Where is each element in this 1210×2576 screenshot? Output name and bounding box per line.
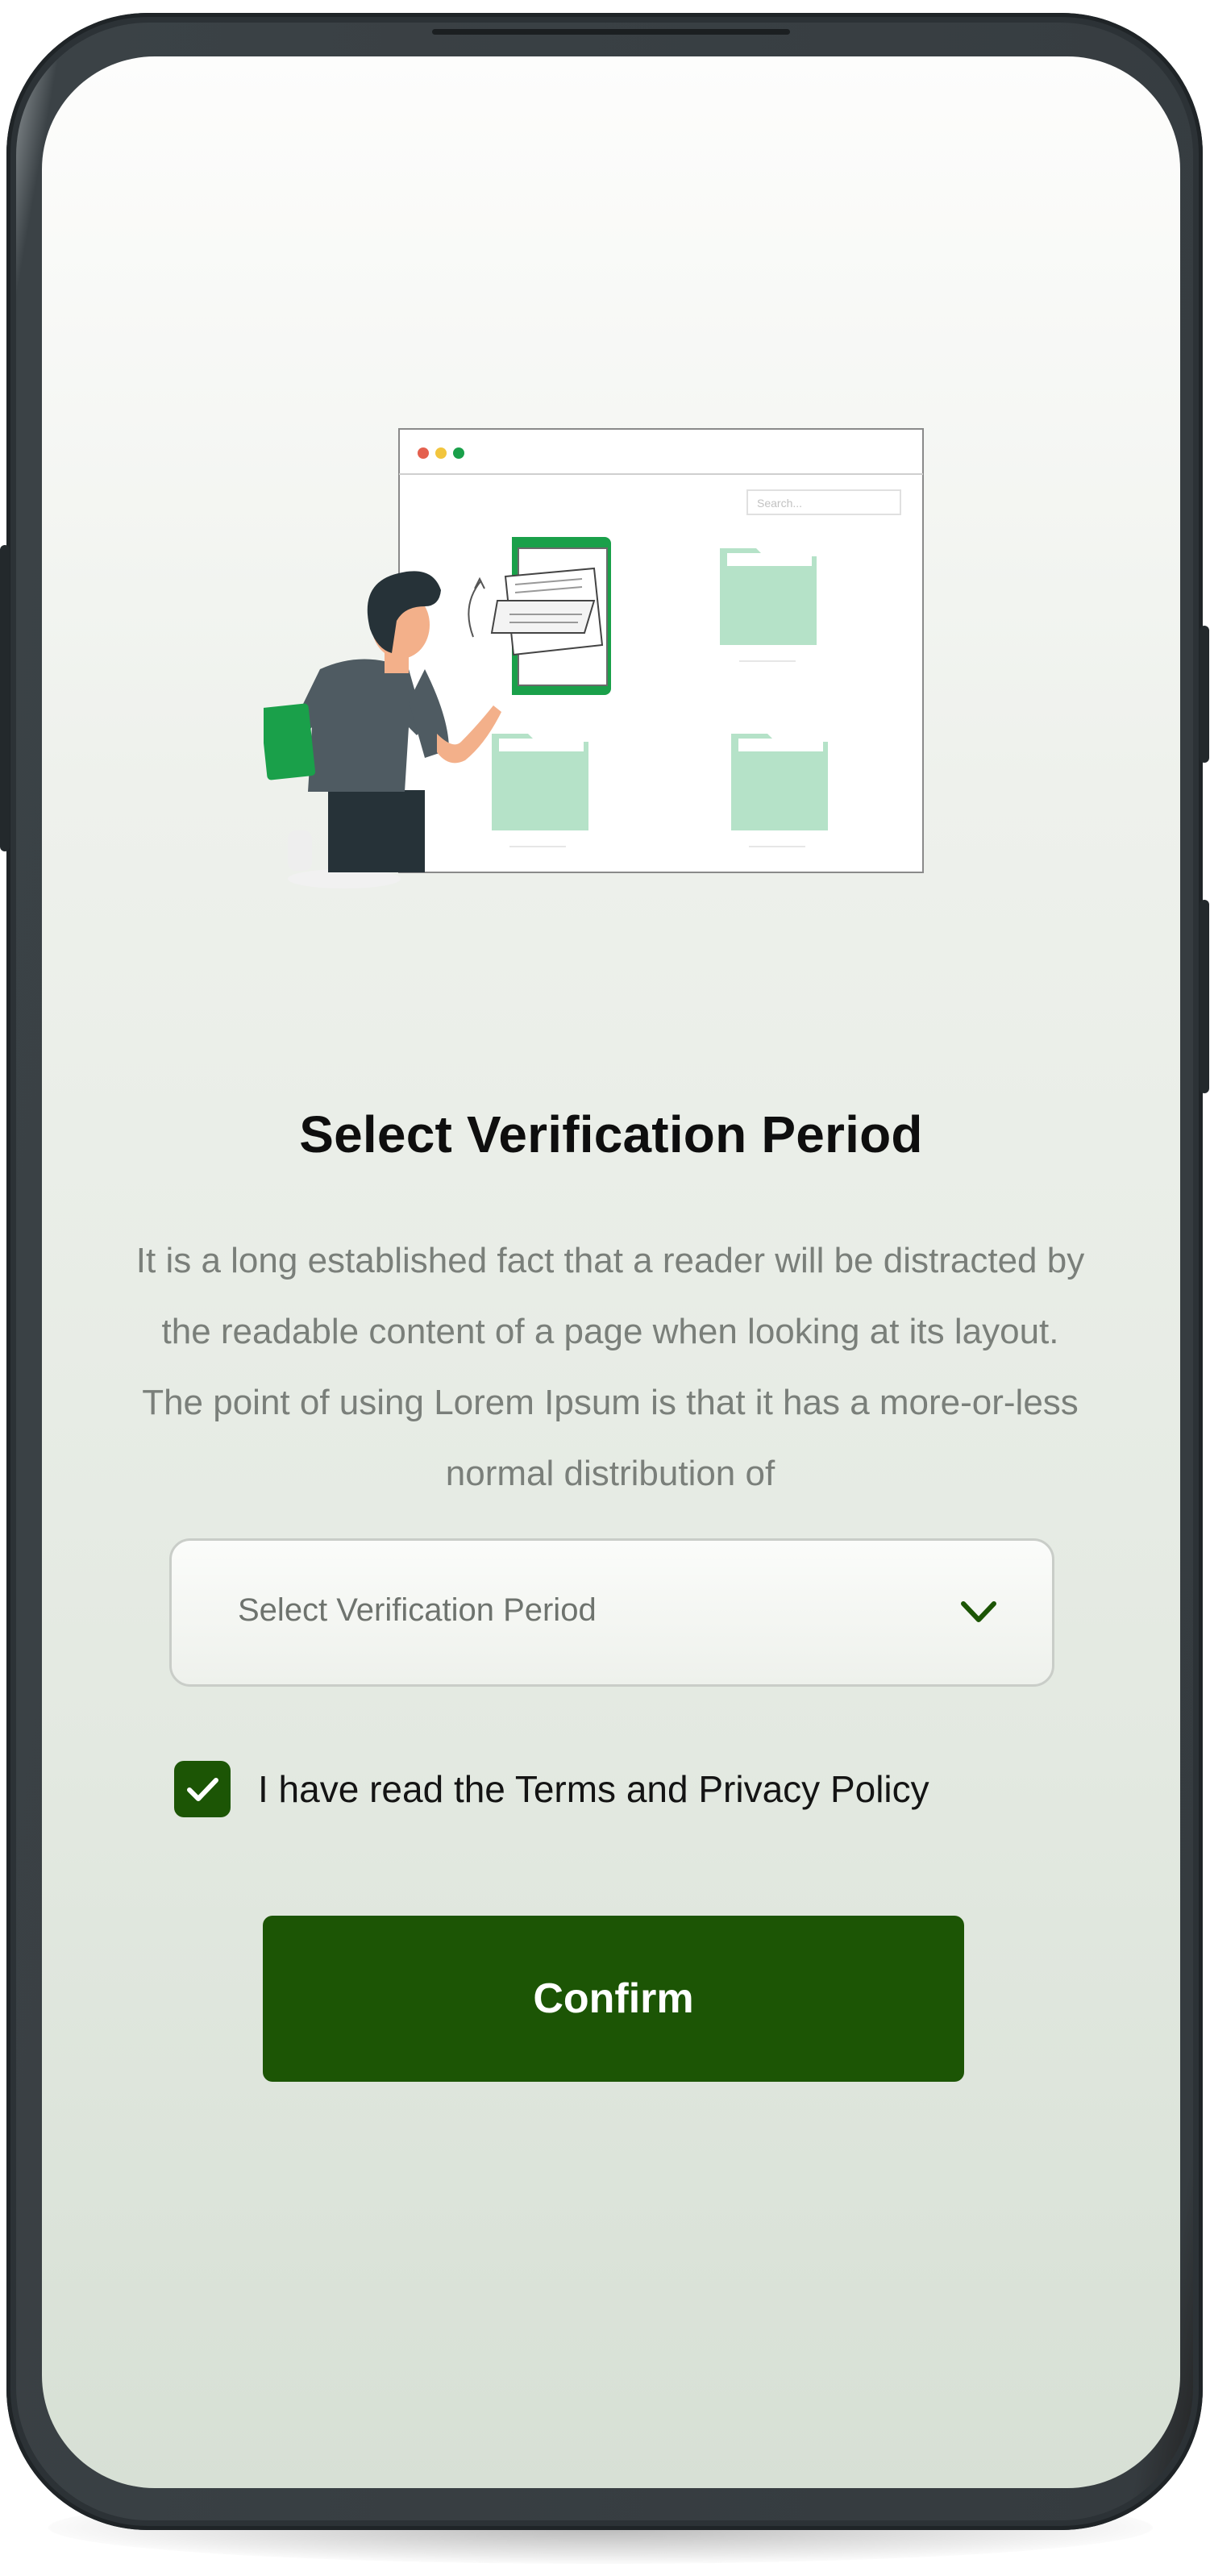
side-button-right-top <box>1200 626 1209 763</box>
folder-icon <box>731 734 828 847</box>
select-placeholder: Select Verification Period <box>238 1592 597 1628</box>
folder-icon <box>720 548 817 662</box>
terms-label[interactable]: I have read the Terms and Privacy Policy <box>258 1767 929 1811</box>
page-title: Select Verification Period <box>299 1105 923 1163</box>
terms-checkbox[interactable] <box>174 1761 231 1817</box>
side-button-left <box>0 545 10 851</box>
screen: Search... Select Verification Period It … <box>42 56 1180 2488</box>
confirm-button[interactable]: Confirm <box>263 1916 964 2082</box>
page-description: It is a long established fact that a rea… <box>135 1241 1085 1493</box>
verification-period-select[interactable]: Select Verification Period <box>169 1538 1054 1687</box>
phone-speaker <box>432 29 790 35</box>
check-icon <box>187 1778 218 1801</box>
phone-frame: Search... Select Verification Period It … <box>0 13 1209 2530</box>
side-button-right-bottom <box>1200 900 1209 1093</box>
documents-illustration: Search... <box>264 428 924 888</box>
chevron-down-icon <box>961 1601 996 1622</box>
folder-icon <box>492 734 588 847</box>
illustration-search-text: Search... <box>757 497 802 510</box>
